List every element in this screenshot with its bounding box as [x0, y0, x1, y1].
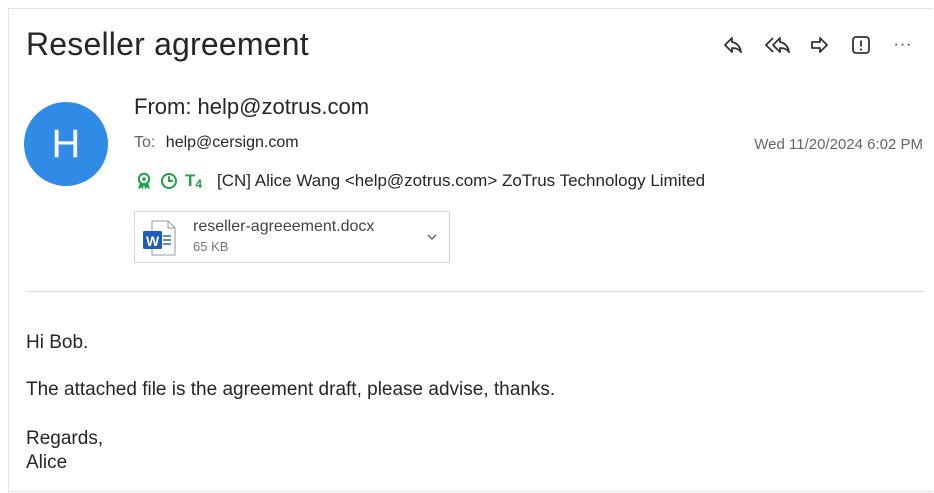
more-icon: ···: [893, 36, 913, 53]
t4-badge-icon[interactable]: T4: [185, 171, 207, 191]
reply-icon: [724, 37, 742, 53]
to-label: To:: [134, 134, 156, 151]
certificate-subject: [CN] Alice Wang <help@zotrus.com> ZoTrus…: [217, 171, 706, 190]
email-subject: Reseller agreement: [26, 26, 309, 62]
reply-button[interactable]: [722, 34, 744, 56]
attachment-card[interactable]: W reseller-agreeement.docx 65 KB: [134, 211, 450, 263]
to-row: To: help@cersign.com: [134, 134, 299, 152]
attachment-size: 65 KB: [193, 239, 229, 254]
to-recipient[interactable]: help@cersign.com: [166, 134, 299, 151]
word-badge-letter: W: [146, 233, 160, 249]
forward-button[interactable]: [808, 34, 830, 56]
body-message: The attached file is the agreement draft…: [26, 379, 556, 400]
chevron-down-icon: [427, 234, 437, 241]
body-closing: Regards,: [26, 428, 104, 449]
header-divider: [26, 291, 924, 292]
forward-icon: [811, 37, 828, 53]
word-document-icon: W: [142, 220, 176, 256]
sent-date: Wed 11/20/2024 6:02 PM: [754, 136, 923, 153]
more-actions-button[interactable]: ···: [892, 34, 914, 56]
important-icon: [852, 36, 870, 54]
from-line[interactable]: From: help@zotrus.com: [134, 94, 369, 120]
important-button[interactable]: [850, 34, 872, 56]
clock-icon[interactable]: [160, 172, 178, 190]
t4-badge-letter: T: [185, 171, 196, 190]
reply-all-icon: [765, 37, 790, 53]
sender-avatar[interactable]: H: [24, 102, 108, 186]
verified-badge-icon[interactable]: [135, 172, 153, 190]
attachment-menu-button[interactable]: [425, 230, 439, 244]
t4-badge-number: 4: [195, 176, 203, 191]
message-toolbar: ···: [720, 34, 920, 58]
body-greeting: Hi Bob.: [26, 332, 89, 353]
certificate-info-row: T4 [CN] Alice Wang <help@zotrus.com> ZoT…: [135, 170, 705, 192]
body-signature: Alice: [26, 452, 68, 473]
reply-all-button[interactable]: [764, 34, 792, 56]
attachment-name: reseller-agreeement.docx: [193, 218, 375, 235]
avatar-initial: H: [51, 121, 81, 166]
